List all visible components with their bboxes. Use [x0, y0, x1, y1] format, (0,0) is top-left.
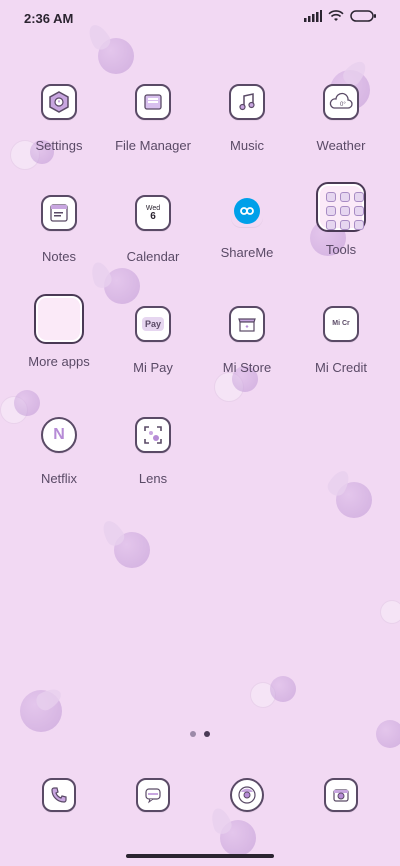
app-label: Settings	[35, 138, 83, 153]
page-dot-active[interactable]	[204, 731, 210, 737]
app-label: Netflix	[40, 471, 78, 486]
dock-browser[interactable]	[200, 778, 294, 812]
app-label: Mi Pay	[133, 360, 173, 375]
app-weather[interactable]: 0° Weather	[294, 84, 388, 153]
weather-icon: 0°	[323, 84, 359, 120]
app-lens[interactable]: Lens	[106, 417, 200, 486]
app-mi-pay[interactable]: Pay Mi Pay	[106, 306, 200, 375]
calendar-icon: Wed 6	[135, 195, 171, 231]
status-bar: 2:36 AM	[0, 0, 400, 36]
app-label: Notes	[42, 249, 76, 264]
messages-icon	[136, 778, 170, 812]
app-mi-store[interactable]: Mi Store	[200, 306, 294, 375]
app-tools-folder[interactable]: Tools	[294, 182, 388, 257]
app-shareme[interactable]: ShareMe	[200, 195, 294, 260]
page-indicator[interactable]	[190, 731, 210, 737]
mi-pay-icon-text: Pay	[141, 317, 164, 331]
more-apps-folder-icon	[34, 294, 84, 344]
dock-camera[interactable]	[294, 778, 388, 812]
settings-icon	[41, 84, 77, 120]
app-label: Tools	[325, 242, 357, 257]
app-label: File Manager	[115, 138, 191, 153]
app-file-manager[interactable]: File Manager	[106, 84, 200, 153]
app-label: Mi Store	[222, 360, 272, 375]
app-calendar[interactable]: Wed 6 Calendar	[106, 195, 200, 264]
app-label: ShareMe	[220, 245, 274, 260]
app-notes[interactable]: Notes	[12, 195, 106, 264]
mi-store-icon	[229, 306, 265, 342]
app-label: Calendar	[126, 249, 180, 264]
notes-icon	[41, 195, 77, 231]
app-label: Lens	[138, 471, 168, 486]
dock-phone[interactable]	[12, 778, 106, 812]
lens-icon	[135, 417, 171, 453]
mi-credit-icon: Mi Cr	[323, 306, 359, 342]
netflix-icon-text: N	[53, 426, 65, 443]
file-manager-icon	[135, 84, 171, 120]
page-dot[interactable]	[190, 731, 196, 737]
app-label: Music	[230, 138, 264, 153]
netflix-icon: N	[41, 417, 77, 453]
mi-credit-icon-text: Mi Cr	[332, 320, 350, 328]
home-indicator[interactable]	[126, 854, 274, 858]
app-more-apps-folder[interactable]: More apps	[12, 294, 106, 369]
status-icons	[304, 10, 376, 22]
app-label: Weather	[316, 138, 366, 153]
weather-temp: 0°	[340, 102, 346, 108]
signal-icon	[304, 10, 322, 22]
music-icon	[229, 84, 265, 120]
tools-folder-icon	[316, 182, 366, 232]
battery-icon	[350, 10, 376, 22]
app-label: More apps	[28, 354, 90, 369]
app-label: Mi Credit	[314, 360, 367, 375]
app-settings[interactable]: Settings	[12, 84, 106, 153]
browser-icon	[230, 778, 264, 812]
app-netflix[interactable]: N Netflix	[12, 417, 106, 486]
status-time: 2:36 AM	[24, 11, 74, 26]
dock-messages[interactable]	[106, 778, 200, 812]
app-music[interactable]: Music	[200, 84, 294, 153]
calendar-date: 6	[150, 210, 156, 222]
mi-pay-icon: Pay	[135, 306, 171, 342]
app-mi-credit[interactable]: Mi Cr Mi Credit	[294, 306, 388, 375]
dock	[0, 778, 400, 812]
wifi-icon	[328, 10, 344, 21]
phone-icon	[42, 778, 76, 812]
shareme-icon	[231, 195, 263, 227]
camera-icon	[324, 778, 358, 812]
